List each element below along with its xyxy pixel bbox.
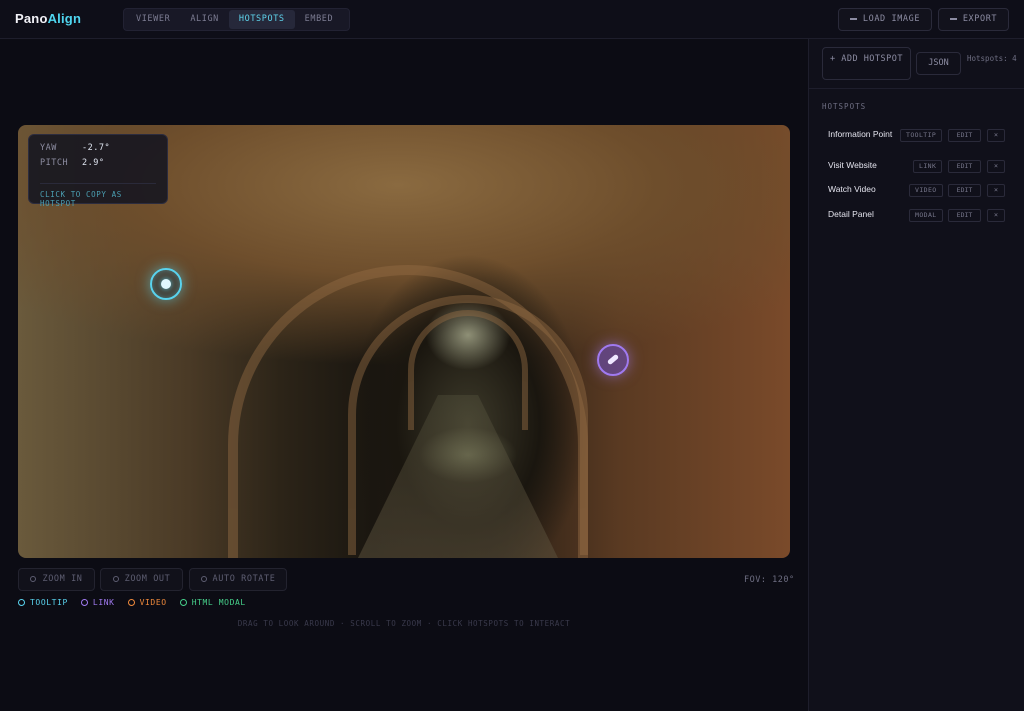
circle-icon	[80, 599, 88, 606]
legend-label: LINK	[92, 598, 115, 607]
delete-button[interactable]: ×	[987, 209, 1005, 222]
export-label: EXPORT	[962, 14, 998, 24]
load-image-button[interactable]: LOAD IMAGE	[838, 8, 932, 31]
delete-button[interactable]: ×	[987, 129, 1005, 142]
hotspot-name: Watch Video	[828, 184, 876, 194]
tab-viewer[interactable]: VIEWER	[126, 10, 180, 29]
download-icon	[949, 17, 957, 20]
hotspot-sidebar: + ADD HOTSPOT JSON Hotspots: 4 HOTSPOTS …	[808, 39, 1024, 711]
zoom-out-icon	[112, 575, 119, 582]
edit-button[interactable]: EDIT	[948, 184, 981, 197]
legend-item-tooltip: TOOLTIP	[18, 598, 68, 607]
zoom-in-button[interactable]: ZOOM IN	[18, 568, 95, 591]
link-hotspot-marker[interactable]	[597, 344, 629, 376]
fov-readout: FOV: 120°	[744, 575, 795, 585]
logo-accent-text: Align	[47, 11, 82, 26]
auto-rotate-label: AUTO ROTATE	[212, 574, 276, 584]
export-button[interactable]: EXPORT	[938, 8, 1009, 31]
app-logo: PanoAlign	[15, 11, 81, 26]
hotspot-name: Detail Panel	[828, 209, 874, 219]
json-button[interactable]: JSON	[916, 52, 961, 75]
yaw-value: -2.7°	[82, 143, 111, 153]
legend-item-modal: HTML MODAL	[179, 598, 246, 607]
hotspot-name: Information Point	[828, 129, 893, 139]
hotspots-section-title: HOTSPOTS	[822, 102, 867, 111]
zoom-in-icon	[30, 575, 37, 582]
hotspot-type-badge: VIDEO	[909, 184, 943, 197]
zoom-out-label: ZOOM OUT	[124, 574, 171, 584]
edit-button[interactable]: EDIT	[948, 209, 981, 222]
logo-text: Pano	[15, 11, 48, 26]
copy-hotspot-hint[interactable]: CLICK TO COPY AS HOTSPOT	[40, 183, 156, 208]
pitch-value: 2.9°	[82, 158, 105, 168]
delete-button[interactable]: ×	[987, 184, 1005, 197]
coordinate-readout[interactable]: YAW -2.7° PITCH 2.9° CLICK TO COPY AS HOTS…	[28, 134, 168, 208]
hotspot-list-item[interactable]: Information Point TOOLTIP EDIT ×	[828, 129, 1008, 151]
mode-tabs: VIEWER ALIGN HOTSPOTS EMBED	[123, 8, 350, 31]
load-image-label: LOAD IMAGE	[862, 14, 921, 24]
zoom-out-button[interactable]: ZOOM OUT	[100, 568, 183, 591]
divider	[809, 88, 1024, 89]
tooltip-hotspot-marker[interactable]	[150, 268, 182, 300]
add-hotspot-button[interactable]: + ADD HOTSPOT	[822, 47, 911, 80]
hotspot-list-item[interactable]: Detail Panel MODAL EDIT ×	[828, 209, 1008, 231]
top-bar: PanoAlign VIEWER ALIGN HOTSPOTS EMBED LO…	[0, 0, 1024, 39]
circle-icon	[18, 599, 25, 606]
legend-label: TOOLTIP	[30, 598, 68, 607]
yaw-label: YAW	[40, 143, 57, 153]
hotspot-legend: TOOLTIP LINK VIDEO HTML MODAL	[18, 598, 259, 607]
interaction-help-text: DRAG TO LOOK AROUND · SCROLL TO ZOOM · C…	[237, 619, 571, 628]
hotspot-count: Hotspots: 4	[967, 54, 1017, 63]
hotspot-list-item[interactable]: Watch Video VIDEO EDIT ×	[828, 184, 1008, 206]
circle-icon	[127, 599, 135, 606]
legend-item-video: VIDEO	[127, 598, 167, 607]
auto-rotate-button[interactable]: AUTO ROTATE	[189, 568, 287, 591]
zoom-in-label: ZOOM IN	[42, 574, 83, 584]
rotate-icon	[200, 575, 207, 582]
hotspot-type-badge: LINK	[913, 160, 943, 173]
link-icon	[606, 353, 620, 366]
hotspot-type-badge: MODAL	[909, 209, 943, 222]
legend-label: VIDEO	[139, 598, 167, 607]
tab-embed[interactable]: EMBED	[295, 10, 344, 29]
legend-item-link: LINK	[80, 598, 115, 607]
hotspot-name: Visit Website	[828, 160, 877, 170]
edit-button[interactable]: EDIT	[948, 129, 981, 142]
circle-icon	[179, 599, 187, 606]
hotspot-list-item[interactable]: Visit Website LINK EDIT ×	[828, 160, 1008, 182]
hotspot-type-badge: TOOLTIP	[900, 129, 943, 142]
tab-align[interactable]: ALIGN	[180, 10, 229, 29]
legend-label: HTML MODAL	[191, 598, 246, 607]
delete-button[interactable]: ×	[987, 160, 1005, 173]
upload-icon	[849, 17, 857, 20]
info-dot-icon	[161, 279, 171, 289]
pitch-label: PITCH	[40, 158, 69, 168]
edit-button[interactable]: EDIT	[948, 160, 981, 173]
tab-hotspots[interactable]: HOTSPOTS	[228, 10, 295, 29]
